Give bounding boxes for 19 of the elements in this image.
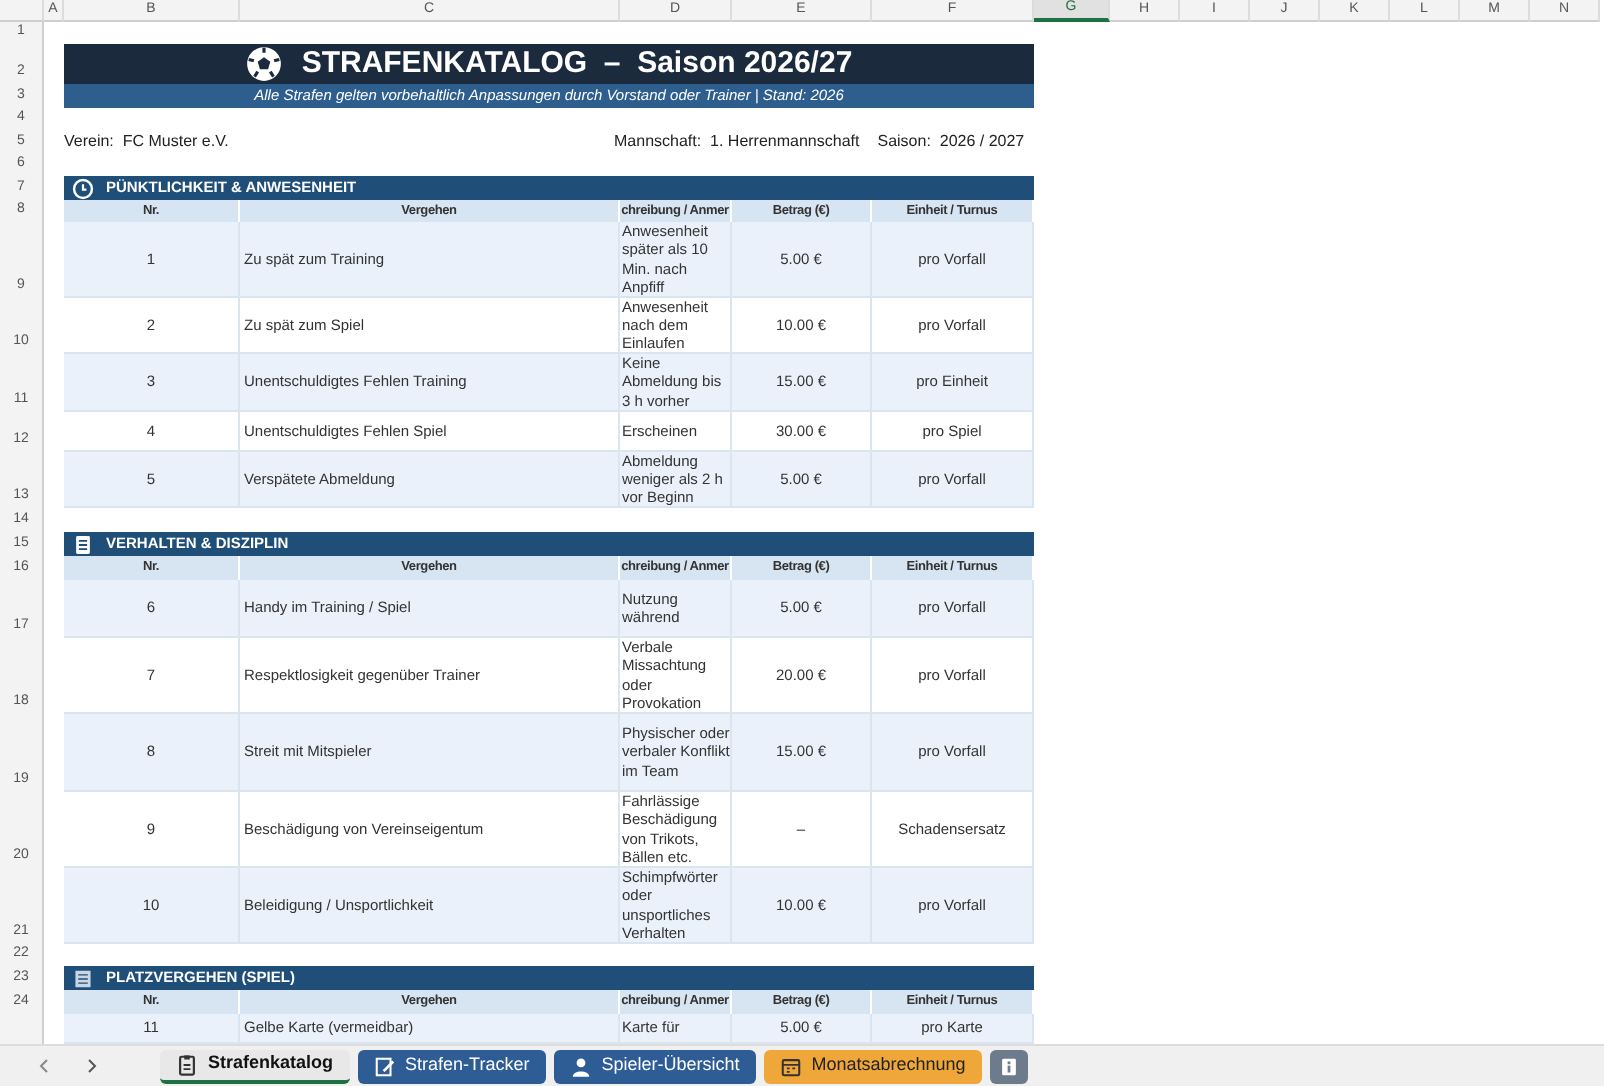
sheet-tab[interactable] <box>989 1049 1028 1083</box>
season-info: Saison: 2026 / 2027 <box>877 130 1025 154</box>
person-icon <box>569 1055 592 1077</box>
sheet-tab[interactable]: Strafenkatalog <box>160 1049 350 1083</box>
row-header[interactable] <box>0 1014 44 1044</box>
sheet-tab[interactable]: Spieler-Übersicht <box>553 1049 756 1083</box>
clock-icon <box>72 177 94 199</box>
chevron-right-icon <box>84 1057 100 1074</box>
clipboard-icon <box>176 1053 198 1075</box>
sheet-title: STRAFENKATALOG – Saison 2026/27 <box>301 43 853 84</box>
info-icon <box>997 1055 1020 1077</box>
edit-icon <box>373 1055 396 1077</box>
sheet-tab[interactable]: Strafen-Tracker <box>357 1049 546 1083</box>
sheet-tab[interactable]: Monatsabrechnung <box>763 1049 982 1083</box>
select-all-corner[interactable] <box>0 0 44 22</box>
calendar-icon <box>779 1055 802 1077</box>
club-info: Verein: FC Muster e.V. <box>64 130 229 154</box>
chevron-left-icon <box>36 1057 52 1074</box>
team-info: Mannschaft: 1. Herrenmannschaft <box>614 130 860 154</box>
